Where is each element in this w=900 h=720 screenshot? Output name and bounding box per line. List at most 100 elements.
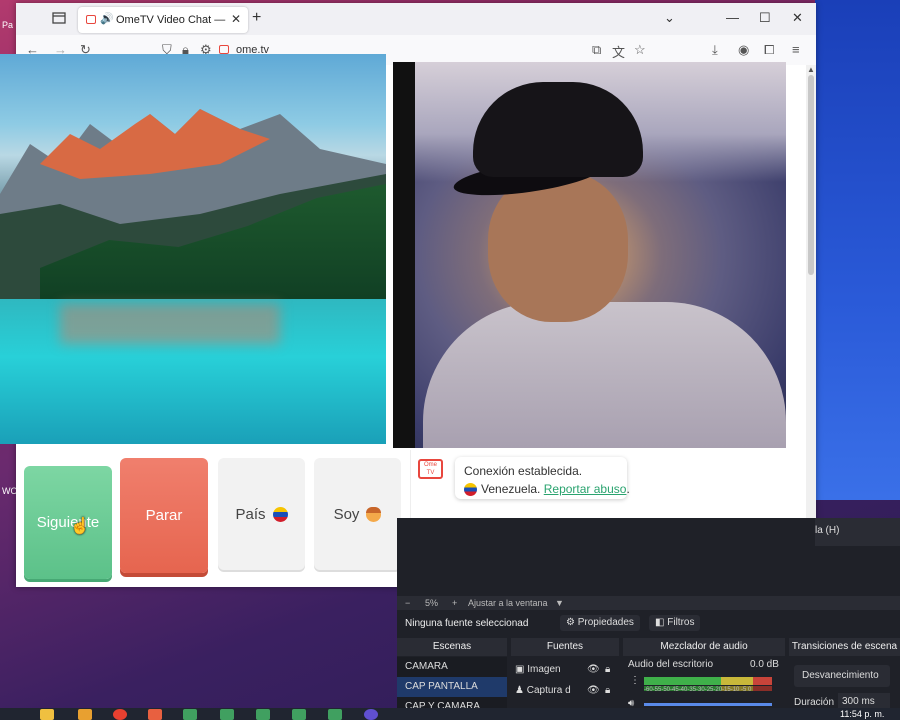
desktop-icon-label[interactable]: Pa [2, 20, 13, 30]
partner-country-line: Venezuela. Reportar abuso. [464, 482, 630, 497]
mixer-dock-title: Mezclador de audio [623, 638, 785, 656]
scroll-thumb[interactable] [808, 75, 814, 275]
sources-dock-title: Fuentes [511, 638, 619, 656]
menu-icon[interactable]: ≡ [792, 42, 800, 57]
gender-button-label: Soy [333, 505, 360, 523]
transitions-dock-title: Transiciones de escena [789, 638, 900, 656]
connection-status-text: Conexión establecida. [464, 464, 583, 478]
taskbar-clock[interactable]: 11:54 p. m. [840, 709, 884, 719]
volume-slider[interactable] [644, 703, 772, 706]
source-item[interactable]: ▣ Imagen 👁︎ 🔒︎ [515, 660, 625, 680]
filters-button[interactable]: ◧ Filtros [649, 615, 701, 631]
transition-select[interactable]: Desvanecimiento [794, 665, 890, 687]
scenes-title: Escenas [432, 641, 472, 652]
scene-item[interactable]: CAMARA [397, 657, 507, 677]
taskbar-app-icon[interactable] [292, 709, 306, 720]
system-message: Conexión establecida. Venezuela. Reporta… [455, 457, 630, 499]
stop-button[interactable]: Parar [120, 458, 208, 573]
bookmark-star-icon[interactable]: ☆ [634, 42, 646, 58]
chrome-icon[interactable] [113, 709, 127, 720]
venezuela-flag-icon [272, 506, 288, 522]
source-item[interactable]: ♟ Captura d 👁︎ 🔒︎ [515, 681, 625, 701]
zoom-value: 5% [425, 598, 439, 608]
zoom-dropdown-icon[interactable]: ▼ [555, 598, 564, 608]
mixer-title: Mezclador de audio [660, 641, 748, 652]
tab-title: OmeTV Video Chat — Ome [116, 14, 228, 26]
zoom-out-button[interactable]: − [405, 598, 410, 608]
lake-reflection [60, 304, 280, 344]
new-tab-icon[interactable]: + [252, 9, 261, 27]
no-source-label: Ninguna fuente seleccionad [405, 618, 529, 629]
maximize-icon[interactable]: ☐ [759, 10, 771, 26]
country-button[interactable]: País [218, 458, 305, 570]
audio-meter [644, 677, 772, 685]
browser-tab-ometv[interactable]: 🔊 OmeTV Video Chat — Ome ✕ [78, 7, 248, 33]
obs-source-toolbar: Ninguna fuente seleccionad ⚙ Propiedades… [397, 613, 900, 633]
mixer-channel-label: Audio del escritorio [628, 659, 714, 670]
lock-icon[interactable]: 🔒︎ [605, 660, 610, 680]
tab-overflow-chevron-icon[interactable]: ⌄ [664, 10, 675, 26]
taskbar-app-icon[interactable] [328, 709, 342, 720]
speaker-icon[interactable]: 🔊 [100, 12, 114, 25]
sources-title: Fuentes [546, 641, 584, 652]
remote-video [393, 62, 786, 448]
eye-icon[interactable]: 👁︎ [587, 660, 600, 680]
taskbar-app-icon[interactable] [78, 709, 92, 720]
person-emoji-icon [366, 506, 382, 522]
obs-zoom-bar: − 5% + Ajustar a la ventana ▼ [397, 596, 900, 610]
obs-window: la (H) − 5% + Ajustar a la ventana ▼ Nin… [397, 518, 900, 720]
lock-icon[interactable]: 🔒︎ [605, 681, 610, 701]
taskbar-app-icon[interactable] [148, 709, 162, 720]
source-label: Imagen [527, 664, 561, 675]
taskbar-app-icon[interactable] [183, 709, 197, 720]
tab-list-icon[interactable] [52, 12, 66, 24]
report-abuse-period: . [626, 482, 630, 496]
local-video [0, 54, 386, 444]
scroll-up-icon[interactable]: ▲ [807, 65, 815, 74]
gender-button[interactable]: Soy [314, 458, 401, 570]
taskbar-app-icon[interactable] [256, 709, 270, 720]
remote-person-shirt [423, 302, 786, 448]
meter-scale: -60-55-50-45-40-35-30-25-20-15-10 -5 0 [644, 687, 752, 693]
scenes-dock-title: Escenas [397, 638, 507, 656]
picture-in-picture-icon[interactable]: ⧉ [592, 42, 601, 58]
obs-header: la (H) [815, 518, 900, 546]
mixer-menu-icon[interactable]: ⋮ [630, 675, 640, 686]
properties-button[interactable]: ⚙ Propiedades [560, 615, 640, 631]
extensions-icon[interactable]: ⧠ [764, 42, 774, 58]
remote-person-face [488, 172, 628, 322]
country-button-label: País [235, 505, 266, 523]
report-abuse-link[interactable]: Reportar abuso [544, 482, 627, 496]
transitions-title: Transiciones de escena [791, 641, 898, 652]
account-icon[interactable]: ◉ [738, 42, 749, 58]
next-button[interactable]: Siguiente [24, 466, 112, 579]
page-scrollbar[interactable]: ▲ ▼ [806, 65, 816, 587]
remote-video-edge [393, 62, 415, 448]
taskbar-app-icon[interactable] [364, 709, 378, 720]
ometv-logo-icon: Ome TV [418, 459, 443, 479]
transition-value: Desvanecimiento [802, 670, 879, 681]
venezuela-flag-icon [464, 483, 477, 497]
mixer-level: 0.0 dB [750, 659, 779, 670]
close-window-icon[interactable]: ✕ [792, 10, 803, 26]
desktop-wallpaper-right [815, 0, 900, 500]
downloads-icon[interactable]: ⤓ [712, 42, 718, 58]
taskbar-app-icon[interactable] [220, 709, 234, 720]
ometv-favicon-icon [219, 45, 229, 54]
tab-bar: 🔊 OmeTV Video Chat — Ome ✕ + ⌄ — ☐ ✕ [16, 3, 816, 35]
taskbar: 11:54 p. m. [0, 708, 900, 720]
close-tab-icon[interactable]: ✕ [231, 12, 241, 26]
zoom-in-button[interactable]: + [452, 598, 457, 608]
duration-value: 300 ms [842, 696, 875, 707]
hand-cursor-icon: ☝ [70, 518, 90, 535]
file-explorer-icon[interactable] [40, 709, 54, 720]
eye-icon[interactable]: 👁︎ [587, 681, 600, 701]
fit-window-button[interactable]: Ajustar a la ventana [468, 598, 548, 608]
minimize-icon[interactable]: — [726, 10, 739, 25]
obs-header-label: la (H) [815, 525, 840, 536]
duration-label: Duración [794, 697, 835, 708]
translate-icon[interactable]: 文 [612, 42, 625, 61]
partner-country: Venezuela. [481, 482, 541, 496]
scene-item-selected[interactable]: CAP PANTALLA [397, 677, 507, 697]
properties-label: Propiedades [577, 617, 634, 628]
